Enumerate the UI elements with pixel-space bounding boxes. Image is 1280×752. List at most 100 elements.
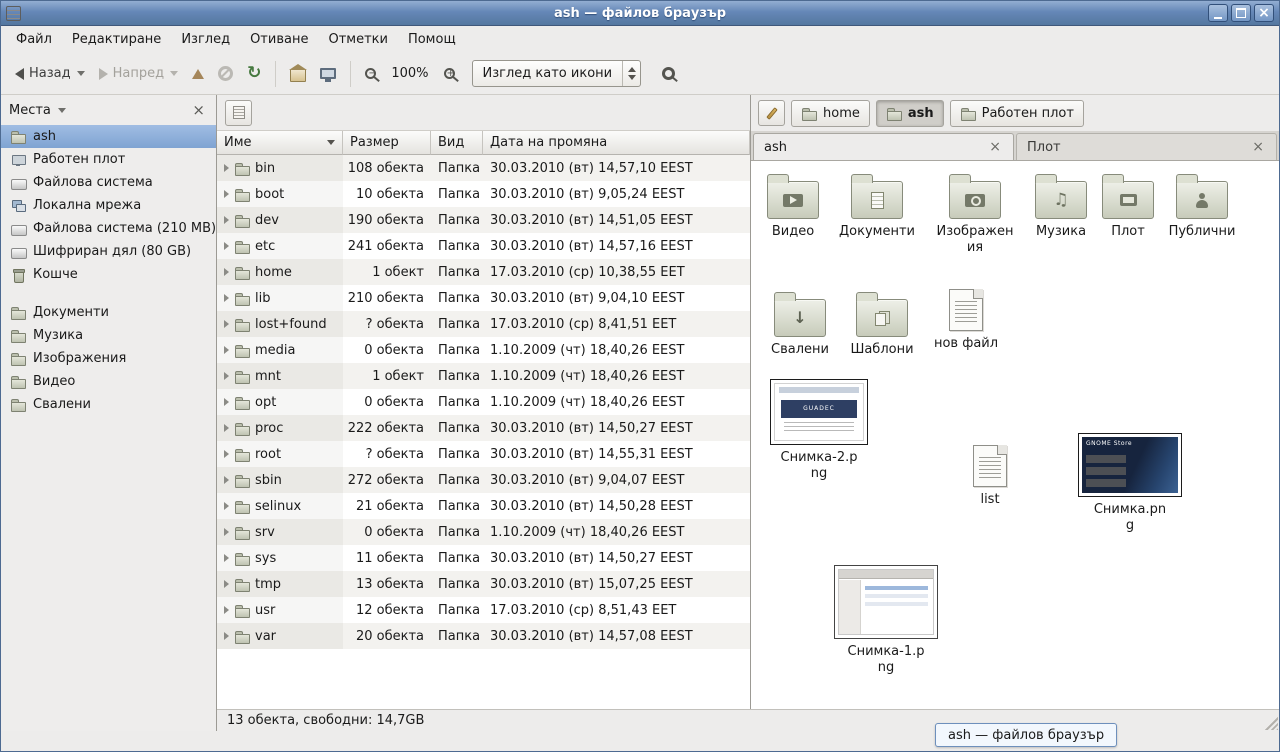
sidebar-title[interactable]: Места xyxy=(9,103,51,118)
path-button[interactable]: ash xyxy=(876,100,944,127)
file-item-new-file[interactable]: нов файл xyxy=(926,289,1006,352)
column-header-date[interactable]: Дата на промяна xyxy=(483,131,750,155)
expander-icon[interactable] xyxy=(224,528,229,536)
table-row[interactable]: lib 210 обекта Папка 30.03.2010 (вт) 9,0… xyxy=(217,285,750,311)
expander-icon[interactable] xyxy=(224,580,229,588)
sidebar-item[interactable]: Файлова система (210 MB) xyxy=(1,217,216,240)
forward-button[interactable]: Напред xyxy=(92,60,185,87)
computer-button[interactable] xyxy=(313,62,343,85)
expander-icon[interactable] xyxy=(224,398,229,406)
table-row[interactable]: selinux 21 обекта Папка 30.03.2010 (вт) … xyxy=(217,493,750,519)
resize-grip[interactable] xyxy=(1263,715,1278,730)
table-row[interactable]: usr 12 обекта Папка 17.03.2010 (ср) 8,51… xyxy=(217,597,750,623)
home-button[interactable] xyxy=(283,60,313,88)
expander-icon[interactable] xyxy=(224,268,229,276)
path-button[interactable]: home xyxy=(791,100,870,127)
expander-icon[interactable] xyxy=(224,606,229,614)
menu-item[interactable]: Редактиране xyxy=(62,28,171,51)
path-button[interactable]: Работен плот xyxy=(950,100,1084,127)
minimize-button[interactable] xyxy=(1208,4,1228,22)
maximize-button[interactable] xyxy=(1231,4,1251,22)
sidebar-selector-chevron-icon[interactable] xyxy=(58,108,66,113)
tab-plot[interactable]: Плот xyxy=(1016,133,1277,160)
title-bar[interactable]: ash — файлов браузър xyxy=(1,1,1279,26)
expander-icon[interactable] xyxy=(224,476,229,484)
tab-ash[interactable]: ash xyxy=(753,133,1014,160)
expander-icon[interactable] xyxy=(224,632,229,640)
folder-item-desktop[interactable]: Плот xyxy=(1088,173,1168,240)
table-row[interactable]: srv 0 обекта Папка 1.10.2009 (чт) 18,40,… xyxy=(217,519,750,545)
sidebar-item[interactable]: Шифриран дял (80 GB) xyxy=(1,240,216,263)
sidebar-item[interactable]: Документи xyxy=(1,301,216,324)
sidebar-item[interactable]: Изображения xyxy=(1,347,216,370)
table-row[interactable]: var 20 обекта Папка 30.03.2010 (вт) 14,5… xyxy=(217,623,750,649)
tab-close-icon[interactable] xyxy=(987,139,1003,155)
file-item-list[interactable]: list xyxy=(935,445,1045,508)
menu-item[interactable]: Помощ xyxy=(398,28,466,51)
file-item-snimka[interactable]: GNOME Store Снимка.png xyxy=(1075,433,1185,533)
file-item-snimka-2[interactable]: GUADEC Снимка-2.png xyxy=(764,379,874,481)
reload-button[interactable] xyxy=(240,59,268,88)
notes-toggle-button[interactable] xyxy=(225,100,252,126)
expander-icon[interactable] xyxy=(224,502,229,510)
close-button[interactable] xyxy=(1254,4,1274,22)
file-item-snimka-1[interactable]: Снимка-1.png xyxy=(831,565,941,675)
expander-icon[interactable] xyxy=(224,190,229,198)
folder-item-pictures[interactable]: Изображения xyxy=(935,173,1015,255)
expander-icon[interactable] xyxy=(224,372,229,380)
expander-icon[interactable] xyxy=(224,164,229,172)
back-button[interactable]: Назад xyxy=(8,60,92,87)
table-row[interactable]: sbin 272 обекта Папка 30.03.2010 (вт) 9,… xyxy=(217,467,750,493)
table-row[interactable]: tmp 13 обекта Папка 30.03.2010 (вт) 15,0… xyxy=(217,571,750,597)
menu-item[interactable]: Отиване xyxy=(240,28,318,51)
expander-icon[interactable] xyxy=(224,346,229,354)
up-button[interactable] xyxy=(185,63,211,85)
sidebar-item[interactable]: ash xyxy=(1,125,216,148)
sidebar-item[interactable]: Свалени xyxy=(1,393,216,416)
expander-icon[interactable] xyxy=(224,450,229,458)
icon-grid[interactable]: Видео Документи Изображения Музика xyxy=(751,161,1279,709)
folder-item-templates[interactable]: Шаблони xyxy=(842,291,922,358)
sidebar-close-button[interactable] xyxy=(189,101,208,119)
zoom-in-button[interactable] xyxy=(437,62,462,85)
table-row[interactable]: etc 241 обекта Папка 30.03.2010 (вт) 14,… xyxy=(217,233,750,259)
edit-location-button[interactable] xyxy=(758,100,785,126)
column-header-type[interactable]: Вид xyxy=(431,131,483,155)
column-header-size[interactable]: Размер xyxy=(343,131,431,155)
table-row[interactable]: media 0 обекта Папка 1.10.2009 (чт) 18,4… xyxy=(217,337,750,363)
expander-icon[interactable] xyxy=(224,554,229,562)
expander-icon[interactable] xyxy=(224,242,229,250)
table-row[interactable]: proc 222 обекта Папка 30.03.2010 (вт) 14… xyxy=(217,415,750,441)
expander-icon[interactable] xyxy=(224,320,229,328)
folder-item-public[interactable]: Публични xyxy=(1162,173,1242,240)
table-row[interactable]: sys 11 обекта Папка 30.03.2010 (вт) 14,5… xyxy=(217,545,750,571)
sidebar-item[interactable]: Работен плот xyxy=(1,148,216,171)
table-row[interactable]: mnt 1 обект Папка 1.10.2009 (чт) 18,40,2… xyxy=(217,363,750,389)
table-row[interactable]: home 1 обект Папка 17.03.2010 (ср) 10,38… xyxy=(217,259,750,285)
expander-icon[interactable] xyxy=(224,294,229,302)
expander-icon[interactable] xyxy=(224,216,229,224)
table-row[interactable]: lost+found ? обекта Папка 17.03.2010 (ср… xyxy=(217,311,750,337)
menu-item[interactable]: Изглед xyxy=(171,28,240,51)
sidebar-item[interactable]: Видео xyxy=(1,370,216,393)
tab-close-icon[interactable] xyxy=(1250,139,1266,155)
expander-icon[interactable] xyxy=(224,424,229,432)
column-header-name[interactable]: Име xyxy=(217,131,343,155)
menu-item[interactable]: Файл xyxy=(6,28,62,51)
folder-item-downloads[interactable]: Свалени xyxy=(760,291,840,358)
sidebar-item[interactable]: Файлова система xyxy=(1,171,216,194)
sidebar-item[interactable]: Кошче xyxy=(1,263,216,286)
folder-item-documents[interactable]: Документи xyxy=(837,173,917,240)
table-row[interactable]: bin 108 обекта Папка 30.03.2010 (вт) 14,… xyxy=(217,155,750,181)
menu-item[interactable]: Отметки xyxy=(318,28,397,51)
table-row[interactable]: boot 10 обекта Папка 30.03.2010 (вт) 9,0… xyxy=(217,181,750,207)
view-mode-select[interactable]: Изглед като икони xyxy=(472,60,642,87)
table-row[interactable]: dev 190 обекта Папка 30.03.2010 (вт) 14,… xyxy=(217,207,750,233)
search-button[interactable] xyxy=(653,60,684,87)
sidebar-item[interactable]: Локална мрежа xyxy=(1,194,216,217)
stop-button[interactable] xyxy=(211,60,240,87)
view-mode-stepper[interactable] xyxy=(622,61,640,86)
zoom-out-button[interactable] xyxy=(358,62,383,85)
table-row[interactable]: opt 0 обекта Папка 1.10.2009 (чт) 18,40,… xyxy=(217,389,750,415)
table-row[interactable]: root ? обекта Папка 30.03.2010 (вт) 14,5… xyxy=(217,441,750,467)
